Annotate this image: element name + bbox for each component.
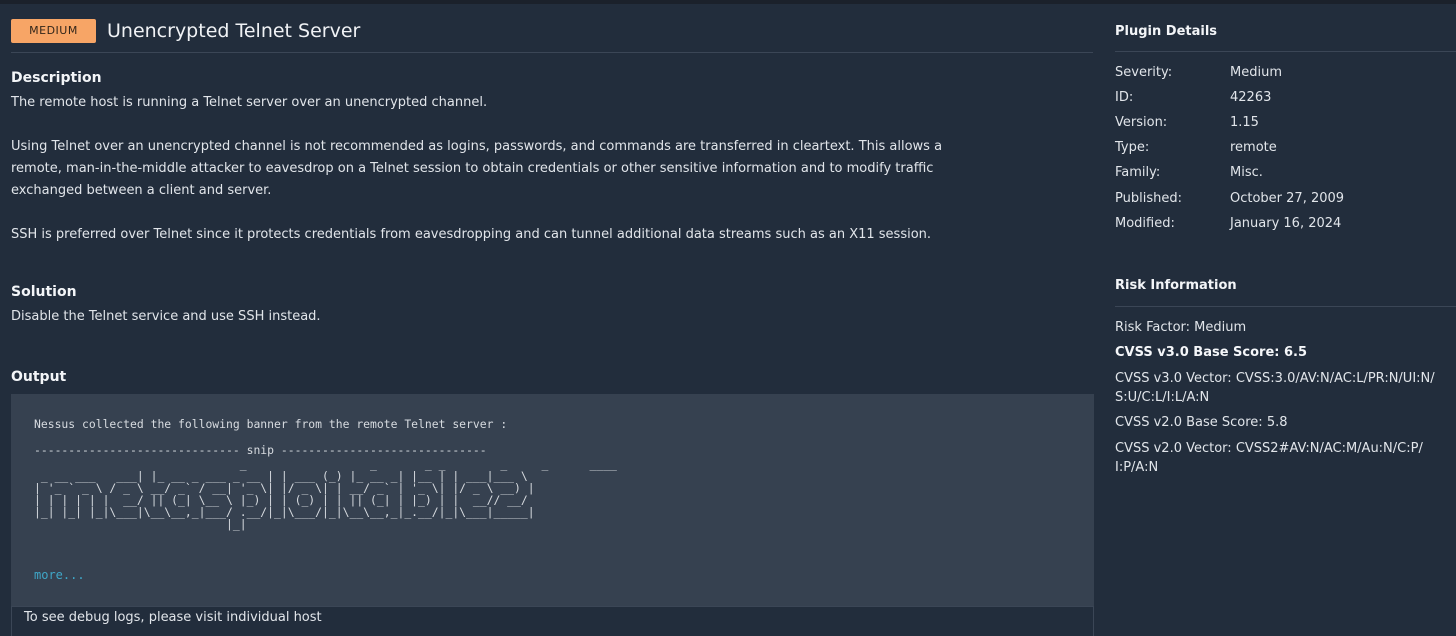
solution-heading: Solution	[11, 284, 77, 300]
output-lead: Nessus collected the following banner fr…	[34, 417, 508, 431]
cvss3-base-score: CVSS v3.0 Base Score: 6.5	[1115, 345, 1308, 360]
detail-value: Misc.	[1230, 165, 1263, 180]
output-box: Nessus collected the following banner fr…	[11, 394, 1094, 606]
plugin-title: Unencrypted Telnet Server	[107, 19, 361, 42]
risk-information-divider	[1115, 306, 1456, 307]
detail-row-version: Version: 1.15	[1115, 113, 1259, 133]
detail-key: Family:	[1115, 165, 1161, 180]
plugin-side-panel: Plugin Details Severity: Medium ID: 42263 …	[1105, 4, 1456, 631]
risk-factor: Risk Factor: Medium	[1115, 320, 1247, 335]
title-row: MEDIUM Unencrypted Telnet Server	[11, 17, 360, 44]
severity-badge: MEDIUM	[11, 18, 96, 43]
detail-row-family: Family: Misc.	[1115, 163, 1263, 183]
cvss2-base-score: CVSS v2.0 Base Score: 5.8	[1115, 415, 1288, 430]
description-heading: Description	[11, 70, 102, 86]
detail-value: January 16, 2024	[1230, 216, 1342, 231]
cvss2-vector-line-2: I:P/A:N	[1115, 460, 1159, 475]
detail-value: 42263	[1230, 90, 1272, 105]
detail-key: Modified:	[1115, 216, 1175, 231]
detail-key: Published:	[1115, 191, 1182, 206]
detail-value: remote	[1230, 140, 1277, 155]
output-banner: _ _ _ _ _ _ ____ _ __ ___ ___| |_ __ _ _…	[34, 457, 617, 531]
output-text: Nessus collected the following banner fr…	[34, 406, 631, 530]
risk-information-heading: Risk Information	[1115, 278, 1237, 293]
more-link[interactable]: more...	[34, 568, 85, 582]
cvss3-vector-line-2: S:U/C:L/I:L/A:N	[1115, 390, 1210, 405]
plugin-main-panel: MEDIUM Unencrypted Telnet Server Descrip…	[0, 4, 1100, 636]
detail-key: Version:	[1115, 115, 1168, 130]
plugin-details-heading: Plugin Details	[1115, 24, 1218, 39]
detail-row-modified: Modified: January 16, 2024	[1115, 214, 1341, 234]
plugin-details-divider	[1115, 51, 1456, 52]
debug-logs-text: To see debug logs, please visit individu…	[24, 610, 322, 625]
detail-key: ID:	[1115, 90, 1134, 105]
description-paragraph-1: The remote host is running a Telnet serv…	[11, 95, 488, 110]
detail-row-id: ID: 42263	[1115, 88, 1271, 108]
output-heading: Output	[11, 369, 67, 385]
cvss2-vector-line-1: CVSS v2.0 Vector: CVSS2#AV:N/AC:M/Au:N/C…	[1115, 441, 1423, 456]
detail-row-severity: Severity: Medium	[1115, 63, 1282, 83]
detail-value: October 27, 2009	[1230, 191, 1345, 206]
solution-text: Disable the Telnet service and use SSH i…	[11, 309, 321, 324]
detail-row-type: Type: remote	[1115, 138, 1277, 158]
title-divider	[11, 52, 1093, 53]
debug-logs-box: To see debug logs, please visit individu…	[11, 606, 1094, 636]
description-paragraph-2: Using Telnet over an unencrypted channel…	[11, 139, 943, 198]
cvss3-vector-line-1: CVSS v3.0 Vector: CVSS:3.0/AV:N/AC:L/PR:…	[1115, 371, 1435, 386]
detail-value: 1.15	[1230, 115, 1259, 130]
description-paragraph-3: SSH is preferred over Telnet since it pr…	[11, 227, 932, 242]
detail-key: Severity:	[1115, 65, 1173, 80]
output-snip-line: ------------------------------ snip ----…	[34, 443, 487, 457]
detail-key: Type:	[1115, 140, 1150, 155]
detail-row-published: Published: October 27, 2009	[1115, 189, 1344, 209]
detail-value: Medium	[1230, 65, 1282, 80]
